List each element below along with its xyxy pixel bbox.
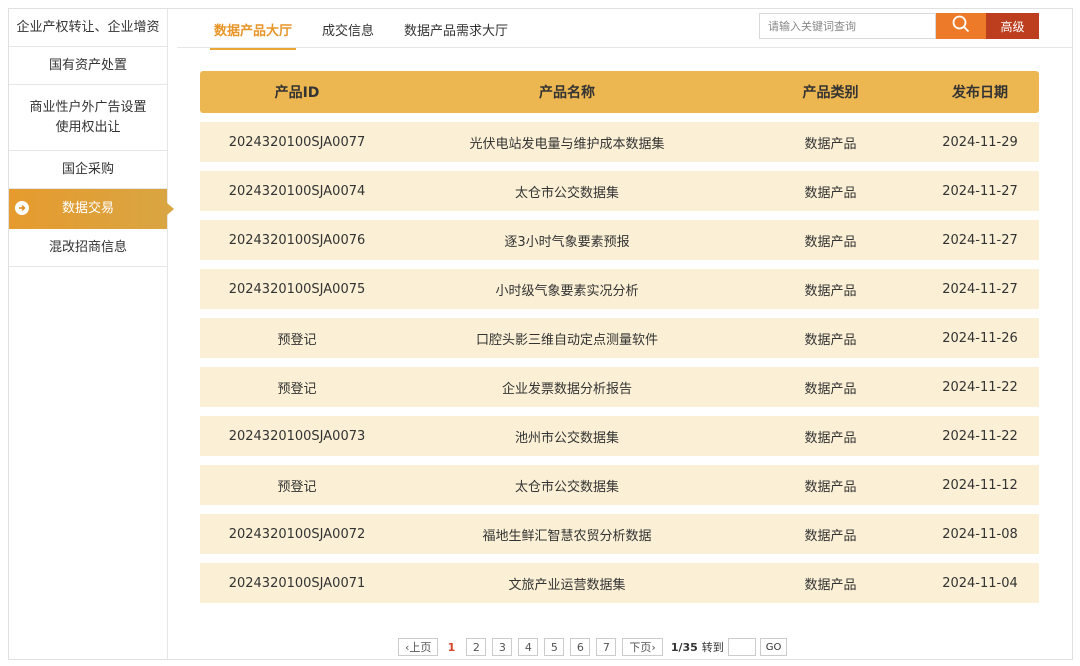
table-row[interactable]: 预登记 企业发票数据分析报告 数据产品 2024-11-22 bbox=[200, 367, 1039, 407]
page-2[interactable]: 2 bbox=[466, 638, 487, 656]
cell-product-category: 数据产品 bbox=[804, 528, 857, 544]
cell-product-category: 数据产品 bbox=[804, 479, 857, 495]
cell-publish-date: 2024-11-27 bbox=[942, 183, 1018, 199]
go-button[interactable]: GO bbox=[759, 638, 788, 656]
cell-product-category: 数据产品 bbox=[804, 577, 857, 593]
cell-product-category: 数据产品 bbox=[804, 185, 857, 201]
cell-product-name[interactable]: 文旅产业运营数据集 bbox=[394, 574, 740, 593]
table-row[interactable]: 2024320100SJA0074 太仓市公交数据集 数据产品 2024-11-27 bbox=[200, 171, 1039, 211]
sidebar-item-equity-transfer[interactable]: 企业产权转让、企业增资 bbox=[9, 9, 167, 47]
cell-publish-date: 2024-11-12 bbox=[942, 477, 1018, 493]
cell-publish-date: 2024-11-27 bbox=[942, 232, 1018, 248]
goto-label: 转到 bbox=[701, 641, 724, 654]
header-product-name: 产品名称 bbox=[539, 85, 595, 101]
cell-product-id: 2024320100SJA0071 bbox=[228, 575, 366, 591]
next-page-button[interactable]: 下页› bbox=[622, 638, 663, 656]
tab-data-product-hall[interactable]: 数据产品大厅 bbox=[209, 19, 297, 50]
sidebar-item-label: 数据交易 bbox=[61, 201, 114, 216]
pagination: ‹上页 1 2 3 4 5 6 7 下页› 1/35 转到 GO bbox=[398, 637, 788, 657]
cell-publish-date: 2024-11-26 bbox=[942, 330, 1018, 346]
page-5[interactable]: 5 bbox=[544, 638, 565, 656]
table-row[interactable]: 预登记 太仓市公交数据集 数据产品 2024-11-12 bbox=[200, 465, 1039, 505]
cell-product-name[interactable]: 逐3小时气象要素预报 bbox=[394, 231, 740, 250]
sidebar-item-data-trading[interactable]: 数据交易 bbox=[9, 189, 174, 229]
page-frame: 企业产权转让、企业增资 国有资产处置 商业性户外广告设置 使用权出让 国企采购 … bbox=[8, 8, 1073, 660]
sidebar-item-label: 混改招商信息 bbox=[48, 239, 127, 255]
search-button[interactable] bbox=[936, 13, 986, 39]
cell-publish-date: 2024-11-22 bbox=[942, 379, 1018, 395]
tab-demand-hall[interactable]: 数据产品需求大厅 bbox=[404, 19, 508, 49]
goto-page-input[interactable] bbox=[727, 638, 756, 656]
cell-product-name[interactable]: 福地生鲜汇智慧农贸分析数据 bbox=[394, 525, 740, 544]
header-publish-date: 发布日期 bbox=[952, 85, 1008, 101]
table-header: 产品ID 产品名称 产品类别 发布日期 bbox=[200, 71, 1039, 113]
cell-product-name[interactable]: 企业发票数据分析报告 bbox=[394, 378, 740, 397]
cell-product-id: 2024320100SJA0075 bbox=[228, 281, 366, 297]
tab-bar: 数据产品大厅 成交信息 数据产品需求大厅 bbox=[209, 19, 538, 50]
arrow-right-circle-icon bbox=[15, 201, 29, 215]
cell-product-id: 预登记 bbox=[277, 381, 317, 397]
page-4[interactable]: 4 bbox=[518, 638, 539, 656]
cell-publish-date: 2024-11-22 bbox=[942, 428, 1018, 444]
cell-publish-date: 2024-11-27 bbox=[942, 281, 1018, 297]
cell-product-id: 2024320100SJA0073 bbox=[228, 428, 366, 444]
advanced-search-button[interactable]: 高级 bbox=[986, 13, 1039, 39]
header-product-id: 产品ID bbox=[274, 85, 320, 101]
table-row[interactable]: 2024320100SJA0072 福地生鲜汇智慧农贸分析数据 数据产品 2024-1… bbox=[200, 514, 1039, 554]
cell-product-id: 预登记 bbox=[277, 479, 317, 495]
sidebar-item-outdoor-ads[interactable]: 商业性户外广告设置 使用权出让 bbox=[9, 85, 167, 151]
table-row[interactable]: 2024320100SJA0073 池州市公交数据集 数据产品 2024-11-22 bbox=[200, 416, 1039, 456]
table-row[interactable]: 预登记 口腔头影三维自动定点测量软件 数据产品 2024-11-26 bbox=[200, 318, 1039, 358]
sidebar-item-label: 企业产权转让、企业增资 bbox=[16, 19, 160, 35]
sidebar-item-procurement[interactable]: 国企采购 bbox=[9, 151, 167, 189]
sidebar: 企业产权转让、企业增资 国有资产处置 商业性户外广告设置 使用权出让 国企采购 … bbox=[9, 9, 174, 659]
prev-page-button[interactable]: ‹上页 bbox=[398, 638, 439, 656]
page-3[interactable]: 3 bbox=[492, 638, 513, 656]
search-input[interactable] bbox=[759, 13, 936, 39]
page-6[interactable]: 6 bbox=[570, 638, 591, 656]
table-row[interactable]: 2024320100SJA0076 逐3小时气象要素预报 数据产品 2024-11-2… bbox=[200, 220, 1039, 260]
search-bar: 高级 bbox=[759, 13, 1039, 39]
product-table: 产品ID 产品名称 产品类别 发布日期 2024320100SJA0077 光伏电… bbox=[200, 71, 1039, 603]
cell-publish-date: 2024-11-04 bbox=[942, 575, 1018, 591]
sidebar-item-label: 国有资产处置 bbox=[48, 57, 127, 73]
cell-product-category: 数据产品 bbox=[804, 430, 857, 446]
cell-publish-date: 2024-11-29 bbox=[942, 134, 1018, 150]
cell-product-id: 2024320100SJA0077 bbox=[228, 134, 366, 150]
cell-product-category: 数据产品 bbox=[804, 136, 857, 152]
cell-product-category: 数据产品 bbox=[804, 234, 857, 250]
cell-product-name[interactable]: 池州市公交数据集 bbox=[394, 427, 740, 446]
cell-product-id: 预登记 bbox=[277, 332, 317, 348]
tab-transactions[interactable]: 成交信息 bbox=[322, 19, 374, 49]
table-row[interactable]: 2024320100SJA0077 光伏电站发电量与维护成本数据集 数据产品 2024… bbox=[200, 122, 1039, 162]
sidebar-item-label-line2: 使用权出让 bbox=[55, 119, 121, 135]
sidebar-item-label-line1: 商业性户外广告设置 bbox=[29, 99, 147, 115]
cell-product-name[interactable]: 光伏电站发电量与维护成本数据集 bbox=[394, 133, 740, 152]
page-7[interactable]: 7 bbox=[596, 638, 617, 656]
cell-product-category: 数据产品 bbox=[804, 381, 857, 397]
cell-product-category: 数据产品 bbox=[804, 283, 857, 299]
header-product-category: 产品类别 bbox=[802, 85, 859, 101]
table-row[interactable]: 2024320100SJA0075 小时级气象要素实况分析 数据产品 2024-11-… bbox=[200, 269, 1039, 309]
sidebar-item-mixed-reform[interactable]: 混改招商信息 bbox=[9, 229, 167, 267]
cell-publish-date: 2024-11-08 bbox=[942, 526, 1018, 542]
cell-product-name[interactable]: 太仓市公交数据集 bbox=[394, 182, 740, 201]
cell-product-name[interactable]: 小时级气象要素实况分析 bbox=[394, 280, 740, 299]
cell-product-name[interactable]: 太仓市公交数据集 bbox=[394, 476, 740, 495]
cell-product-name[interactable]: 口腔头影三维自动定点测量软件 bbox=[394, 329, 740, 348]
sidebar-item-label: 国企采购 bbox=[61, 161, 114, 177]
cell-product-id: 2024320100SJA0076 bbox=[228, 232, 366, 248]
page-1[interactable]: 1 bbox=[444, 638, 458, 656]
table-row[interactable]: 2024320100SJA0071 文旅产业运营数据集 数据产品 2024-11-04 bbox=[200, 563, 1039, 603]
cell-product-id: 2024320100SJA0072 bbox=[228, 526, 366, 542]
tab-divider bbox=[177, 47, 1072, 48]
sidebar-item-state-assets[interactable]: 国有资产处置 bbox=[9, 47, 167, 85]
page-info: 1/35 bbox=[670, 640, 698, 654]
cell-product-category: 数据产品 bbox=[804, 332, 857, 348]
search-icon bbox=[952, 15, 970, 37]
cell-product-id: 2024320100SJA0074 bbox=[228, 183, 366, 199]
